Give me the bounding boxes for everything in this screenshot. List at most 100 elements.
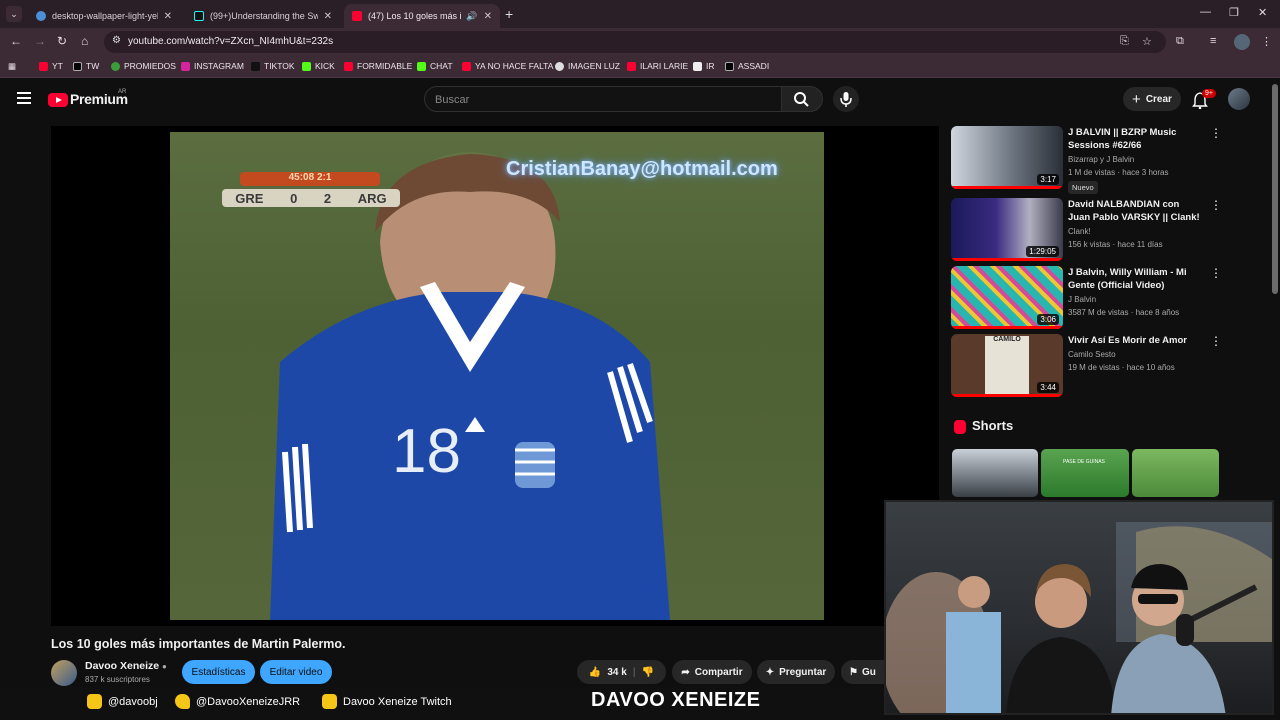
team-right: ARG [357,190,387,206]
more-options-icon[interactable]: ⋮ [1210,266,1222,280]
channel-name[interactable]: Camilo Sesto [1068,350,1116,359]
back-icon[interactable]: ← [10,34,22,48]
more-options-icon[interactable]: ⋮ [1210,334,1222,348]
channel-avatar[interactable] [51,660,77,686]
stats-button[interactable]: Estadísticas [182,660,255,684]
user-avatar[interactable] [1228,88,1250,110]
video-thumbnail[interactable]: CAMILO 3:44 [951,334,1063,397]
video-thumbnail[interactable]: 3:17 [951,126,1063,189]
bookmark-tw[interactable]: TW [73,61,99,71]
close-window-button[interactable]: ✕ [1258,6,1267,19]
tab-title: (99+)Understanding the Swagg [210,11,318,21]
video-title[interactable]: J BALVIN || BZRP Music Sessions #62/66 [1068,126,1203,152]
share-button[interactable]: ➦ Compartir [672,660,752,684]
bookmark-assadi[interactable]: ASSADI [725,61,769,71]
forward-icon[interactable]: → [34,34,46,48]
save-button[interactable]: ⚑ Gu [841,660,884,684]
scrollbar[interactable] [1272,84,1278,294]
bookmark-label: KICK [315,61,335,71]
region-label: AR [118,89,127,95]
short-thumbnail[interactable] [952,449,1038,497]
tab-tiktok[interactable]: (99+)Understanding the Swagg ✕ [186,4,340,28]
short-thumbnail[interactable] [1132,449,1219,497]
tiktok-icon [194,11,204,21]
bookmark-label: PROMIEDOS [124,61,176,71]
video-title[interactable]: Vivir Así Es Morir de Amor [1068,334,1203,347]
search-input[interactable] [433,92,763,108]
home-icon[interactable]: ⌂ [81,34,88,48]
minimize-button[interactable]: — [1200,6,1211,18]
channel-name[interactable]: Bizarrap y J Balvin [1068,155,1134,164]
menu-icon[interactable]: ⋮ [1261,35,1272,48]
bookmark-chat[interactable]: CHAT [417,61,453,71]
dislike-icon[interactable]: 👎 [642,667,654,678]
twitch-text: Davoo Xeneize Twitch [343,695,452,708]
close-icon[interactable]: ✕ [164,11,172,22]
bookmark-tiktok[interactable]: TIKTOK [251,61,295,71]
bookmark-yt[interactable]: YT [39,61,63,71]
install-app-icon[interactable]: ⎘ [1120,35,1129,48]
profile-avatar[interactable] [1234,34,1250,50]
more-options-icon[interactable]: ⋮ [1210,198,1222,212]
progress-bar [951,258,1063,261]
edit-video-button[interactable]: Editar video [260,660,332,684]
video-watermark: CristianBanay@hotmail.com [506,158,778,180]
search-box [424,86,782,112]
channel-name[interactable]: Davoo Xeneize ● [85,660,167,672]
progress-bar [951,186,1063,189]
shorts-heading: Shorts [972,418,1014,433]
reading-list-icon[interactable]: ≡ [1210,35,1216,47]
bookmark-ya-no-hace-falta[interactable]: YA NO HACE FALTA [462,61,553,71]
share-icon: ➦ [681,666,690,678]
youtube-icon [39,61,48,71]
search-button[interactable] [781,86,823,112]
like-count[interactable]: 34 k [607,667,626,678]
apps-icon[interactable]: ▦ [8,61,16,72]
video-title[interactable]: J Balvin, Willy William - Mi Gente (Offi… [1068,266,1203,292]
video-thumbnail[interactable]: 3:06 [951,266,1063,329]
create-button[interactable]: + Crear [1123,87,1181,111]
recommendation-item[interactable]: 3:06 J Balvin, Willy William - Mi Gente … [951,266,1222,332]
like-icon[interactable]: 👍 [589,667,601,678]
more-options-icon[interactable]: ⋮ [1210,126,1222,140]
video-meta: 19 M de vistas · hace 10 años [1068,363,1175,372]
address-bar[interactable]: ⚙ youtube.com/watch?v=ZXcn_NI4mhU&t=232s [104,31,1166,53]
channel-name[interactable]: J Balvin [1068,295,1096,304]
bookmark-instagram[interactable]: INSTAGRAM [181,61,244,71]
tab-wallpaper[interactable]: desktop-wallpaper-light-yellow ✕ [28,4,180,28]
bookmark-formidable[interactable]: FORMIDABLE [344,61,412,71]
site-info-icon[interactable]: ⚙ [112,35,121,46]
speaker-icon[interactable]: 🔊 [466,11,477,22]
tab-search-button[interactable]: ⌄ [6,6,22,22]
recommendation-item[interactable]: CAMILO 3:44 Vivir Así Es Morir de Amor C… [951,334,1222,400]
extensions-icon[interactable]: ⧉ [1176,35,1184,48]
short-thumbnail[interactable]: PASE DE GUINAS [1041,449,1129,497]
video-thumbnail[interactable]: 1:29:05 [951,198,1063,261]
menu-icon[interactable] [17,92,31,104]
url-text[interactable]: youtube.com/watch?v=ZXcn_NI4mhU&t=232s [128,36,333,47]
video-meta: 3587 M de vistas · hace 8 años [1068,308,1180,317]
video-title[interactable]: David NALBANDIAN con Juan Pablo VARSKY |… [1068,198,1203,224]
recommendation-item[interactable]: 1:29:05 David NALBANDIAN con Juan Pablo … [951,198,1222,264]
close-icon[interactable]: ✕ [324,11,332,22]
instagram-icon [87,694,102,709]
youtube-logo-icon[interactable] [48,93,68,107]
create-label: Crear [1145,93,1172,105]
new-tab-button[interactable]: + [505,6,513,22]
album-cover-text: CAMILO [993,336,1021,343]
bookmark-kick[interactable]: KICK [302,61,335,71]
voice-search-button[interactable] [833,86,859,112]
bookmark-imagen-luz[interactable]: IMAGEN LUZ [555,61,620,71]
reload-icon[interactable]: ↻ [57,34,67,48]
twitter-icon [175,694,190,709]
bookmark-star-icon[interactable]: ☆ [1142,35,1152,48]
bookmark-promiedos[interactable]: PROMIEDOS [111,61,176,71]
bookmark-label: ILARI LARIE [640,61,689,71]
close-icon[interactable]: ✕ [484,11,492,22]
restore-button[interactable]: ❐ [1229,6,1239,19]
channel-name[interactable]: Clank! [1068,227,1091,236]
bookmark-ilari-larie[interactable]: ILARI LARIE [627,61,688,71]
tab-youtube[interactable]: (47) Los 10 goles más impo 🔊 ✕ [344,4,500,28]
bookmark-ir[interactable]: IR [693,61,715,71]
ask-button[interactable]: ✦ Preguntar [757,660,835,684]
